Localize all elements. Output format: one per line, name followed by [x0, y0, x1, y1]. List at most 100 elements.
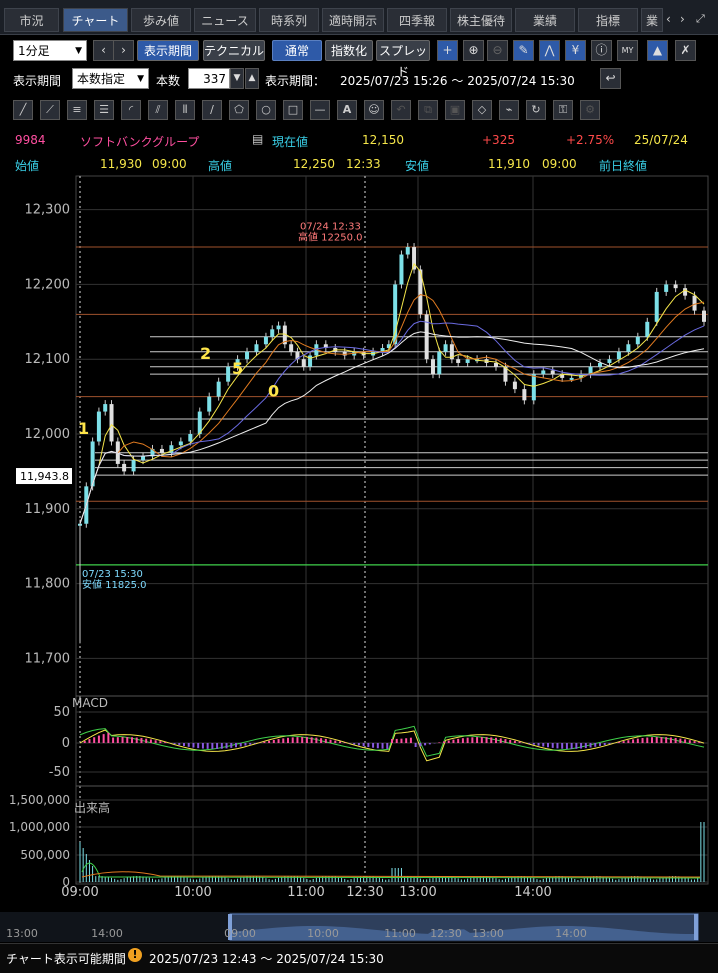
price-chart[interactable]: 12,300 12,200 12,100 12,000 11,900 11,800 11,7… — [0, 172, 718, 942]
hbar-tool-icon[interactable]: — — [310, 100, 330, 120]
candle-body — [226, 366, 231, 382]
area-chart-icon[interactable]: ▲ — [647, 40, 668, 61]
undo-tool-icon[interactable]: ↶ — [391, 100, 411, 120]
tab-market[interactable]: 市況 — [4, 8, 59, 32]
period-button[interactable]: 表示期間 — [137, 40, 199, 61]
yen-icon[interactable]: ¥ — [565, 40, 586, 61]
open-time: 09:00 — [152, 157, 187, 171]
gann-tool-icon[interactable]: ∕ — [202, 100, 222, 120]
count-up-icon[interactable]: ▲ — [245, 68, 259, 89]
x-tick-label: 14:00 — [514, 885, 551, 900]
candle-body — [541, 370, 546, 375]
count-down-icon[interactable]: ▼ — [230, 68, 244, 89]
candle-body — [494, 362, 498, 367]
wave-icon[interactable]: ⋀ — [539, 40, 560, 61]
candle-body — [178, 441, 183, 446]
candle-body — [424, 314, 429, 360]
prev-button[interactable]: ‹ — [93, 40, 114, 61]
candle-body — [673, 284, 678, 289]
fib-arc-tool-icon[interactable]: ◜ — [121, 100, 141, 120]
zoom-out-icon[interactable]: ⊖ — [487, 40, 508, 61]
text-tool-icon[interactable]: A — [337, 100, 357, 120]
y-tick-label: 11,700 — [25, 651, 71, 666]
low-value: 11,910 — [488, 157, 530, 171]
lock-tool-icon[interactable]: ⚿ — [553, 100, 573, 120]
candle-body — [141, 456, 146, 461]
line-tool-icon[interactable]: ╱ — [13, 100, 33, 120]
volume-tick-label: 500,000 — [20, 848, 70, 862]
wave-label: 5 — [232, 359, 243, 378]
magnet-tool-icon[interactable]: ⌁ — [499, 100, 519, 120]
interval-select[interactable]: 1分足 ▼ — [13, 40, 87, 61]
document-icon[interactable]: ▤ — [252, 132, 263, 146]
stock-code: 9984 — [15, 133, 46, 147]
icon-tool-icon[interactable]: ☺ — [364, 100, 384, 120]
my-chart-icon[interactable]: MY — [617, 40, 638, 61]
tab-prev-icon[interactable]: ‹ — [666, 12, 671, 26]
macd-tick-label: 50 — [53, 705, 70, 720]
tab-bar: 市況 チャート 歩み値 ニュース 時系列 適時開示 四季報 株主優待 業績 指標… — [0, 0, 718, 35]
channel-tool-icon[interactable]: ☰ — [94, 100, 114, 120]
vlines-tool-icon[interactable]: ⦀ — [175, 100, 195, 120]
candle-body — [702, 310, 706, 322]
candle-body — [607, 359, 612, 363]
fan-tool-icon[interactable]: ⫽ — [148, 100, 168, 120]
navigator-strip[interactable]: 13:00 14:00 09:00 10:00 11:00 12:30 13:00 14:00 — [0, 912, 718, 942]
circle-tool-icon[interactable]: ○ — [256, 100, 276, 120]
wrench-icon[interactable]: ✗ — [675, 40, 696, 61]
candle-body — [263, 336, 268, 345]
pen-icon[interactable]: ✎ — [513, 40, 534, 61]
crosshair-icon[interactable]: + — [437, 40, 458, 61]
eraser-tool-icon[interactable]: ◇ — [472, 100, 492, 120]
period-label: 表示期間 — [13, 74, 62, 88]
y-tick-label: 11,900 — [25, 502, 71, 517]
tab-shikiho[interactable]: 四季報 — [387, 8, 447, 32]
count-input[interactable]: 337 — [188, 68, 230, 89]
expand-icon[interactable]: ⤢ — [696, 12, 705, 26]
tab-tick[interactable]: 歩み値 — [131, 8, 191, 32]
tab-yutai[interactable]: 株主優待 — [450, 8, 512, 32]
wave-label: 2 — [200, 344, 211, 363]
copy-tool-icon[interactable]: ⧉ — [418, 100, 438, 120]
tab-chart[interactable]: チャート — [63, 8, 128, 32]
change-pct: +2.75% — [566, 133, 615, 147]
candle-body — [512, 381, 517, 390]
navigator-tick-label: 12:30 — [430, 927, 462, 940]
tab-timeseries[interactable]: 時系列 — [259, 8, 319, 32]
mode-normal-button[interactable]: 通常 — [272, 40, 322, 61]
quote-date: 25/07/24 — [634, 133, 688, 147]
tab-news[interactable]: ニュース — [194, 8, 256, 32]
footer-bar: チャート表示可能期間 ! 2025/07/23 12:43 ～ 2025/07/… — [0, 943, 718, 973]
tab-indicators[interactable]: 指標 — [578, 8, 638, 32]
tab-more[interactable]: 業 — [641, 8, 663, 32]
paste-tool-icon[interactable]: ▣ — [445, 100, 465, 120]
candle-body — [342, 351, 347, 356]
stock-name: ソフトバンクグループ — [80, 135, 200, 149]
range-value: 2025/07/23 15:26 ～ 2025/07/24 15:30 — [340, 74, 575, 88]
volume-tick-label: 1,000,000 — [9, 820, 70, 834]
pentagon-tool-icon[interactable]: ⬠ — [229, 100, 249, 120]
technical-button[interactable]: テクニカル — [203, 40, 265, 61]
x-tick-label: 12:30 — [346, 885, 383, 900]
x-tick-label: 09:00 — [61, 885, 98, 900]
period-select[interactable]: 本数指定 ▼ — [72, 68, 149, 89]
candle-body — [399, 254, 404, 285]
candle-body — [437, 351, 442, 375]
mode-spread-button[interactable]: スプレッド — [376, 40, 430, 79]
info-icon[interactable]: ⓘ — [591, 40, 612, 61]
candle-body — [301, 359, 306, 367]
rotate-tool-icon[interactable]: ↻ — [526, 100, 546, 120]
macd-tick-label: 0 — [62, 736, 70, 751]
mode-index-button[interactable]: 指数化 — [325, 40, 373, 61]
zoom-in-icon[interactable]: ⊕ — [463, 40, 484, 61]
tab-disclosure[interactable]: 適時開示 — [322, 8, 384, 32]
hline-tool-icon[interactable]: ≡ — [67, 100, 87, 120]
settings-tool-icon[interactable]: ⚙ — [580, 100, 600, 120]
candle-body — [598, 362, 602, 367]
next-button[interactable]: › — [113, 40, 134, 61]
tab-results[interactable]: 業績 — [515, 8, 575, 32]
rect-tool-icon[interactable]: □ — [283, 100, 303, 120]
ruler-tool-icon[interactable]: ⟋ — [40, 100, 60, 120]
tab-next-icon[interactable]: › — [680, 12, 685, 26]
return-icon[interactable]: ↩ — [600, 68, 621, 89]
